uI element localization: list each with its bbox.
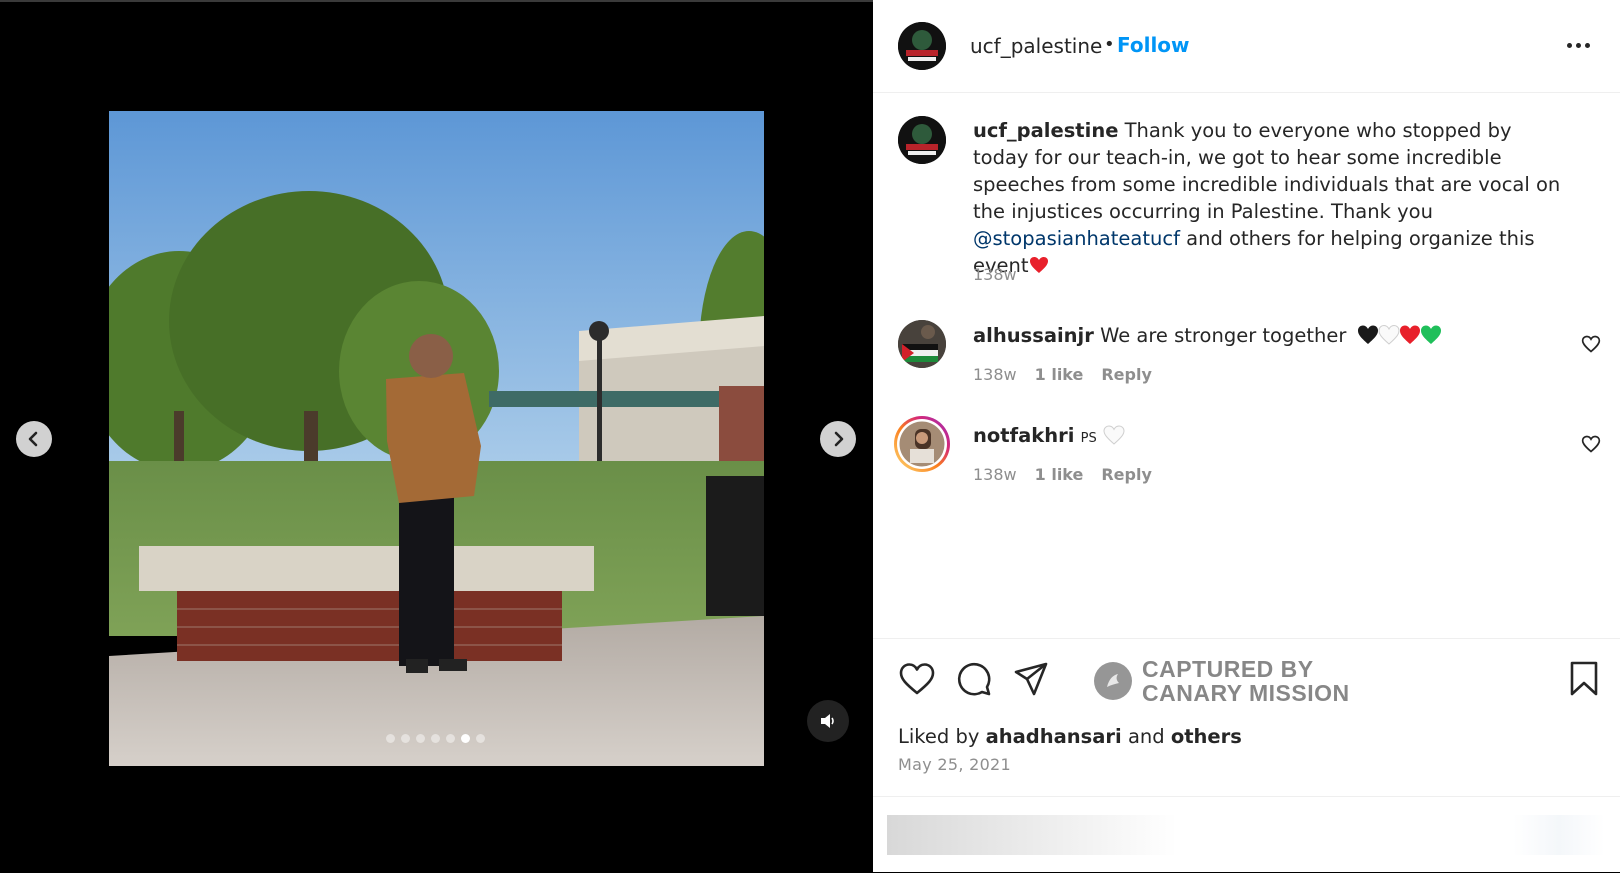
video-frame xyxy=(109,111,764,766)
previous-button[interactable] xyxy=(16,421,52,457)
carousel-dot xyxy=(401,734,410,743)
header-separator: • xyxy=(1104,34,1115,55)
likes-user[interactable]: ahadhansari xyxy=(986,725,1122,748)
comment-username[interactable]: alhussainjr xyxy=(973,324,1094,347)
likes-summary: Liked by ahadhansari and others xyxy=(898,725,1242,748)
follow-button[interactable]: Follow xyxy=(1117,33,1190,57)
red-heart-emoji-icon xyxy=(1029,257,1048,273)
canary-bird-icon xyxy=(1107,674,1119,687)
post-comment-area[interactable] xyxy=(1513,815,1605,855)
post-header: ucf_palestine • Follow xyxy=(873,0,1620,93)
comment-1: alhussainjr We are stronger together xyxy=(973,324,1441,347)
comment-1-meta: 138w 1 like Reply xyxy=(973,365,1152,384)
likes-others[interactable]: others xyxy=(1171,725,1242,748)
comment-bar xyxy=(873,796,1620,873)
audio-toggle-button[interactable] xyxy=(807,700,849,742)
media-viewer xyxy=(0,0,873,872)
like-heart-icon[interactable] xyxy=(898,660,936,698)
top-divider xyxy=(0,0,873,2)
carousel-dot xyxy=(431,734,440,743)
comment-input-area[interactable] xyxy=(887,815,1177,855)
comment-2-meta: 138w 1 like Reply xyxy=(973,465,1152,484)
comment-username[interactable]: notfakhri xyxy=(973,424,1074,447)
commenter-avatar[interactable] xyxy=(898,320,946,368)
more-icon-dot xyxy=(1567,42,1572,48)
canary-mission-watermark: CAPTURED BY CANARY MISSION xyxy=(1094,657,1350,705)
canary-logo-icon xyxy=(1094,662,1132,700)
carousel-dot xyxy=(386,734,395,743)
comment-like-heart-icon[interactable] xyxy=(1581,334,1601,354)
comment-like-heart-icon[interactable] xyxy=(1581,434,1601,454)
white-heart-emoji-icon xyxy=(1103,425,1125,445)
reply-button[interactable]: Reply xyxy=(1101,365,1152,384)
caption-mention[interactable]: @stopasianhateatucf xyxy=(973,227,1180,250)
carousel-dot xyxy=(461,734,470,743)
actions-divider xyxy=(873,638,1620,639)
next-button[interactable] xyxy=(820,421,856,457)
watermark-text: CAPTURED BY CANARY MISSION xyxy=(1142,657,1350,705)
likes-prefix: Liked by xyxy=(898,725,980,748)
chevron-left-icon xyxy=(28,431,38,447)
comment-likes[interactable]: 1 like xyxy=(1035,465,1084,484)
carousel-dot xyxy=(476,734,485,743)
comment-likes[interactable]: 1 like xyxy=(1035,365,1084,384)
heart-emojis-icon xyxy=(1357,324,1441,345)
likes-and: and xyxy=(1127,725,1165,748)
caption-username[interactable]: ucf_palestine xyxy=(973,119,1118,142)
author-avatar[interactable] xyxy=(898,22,946,70)
bookmark-icon[interactable] xyxy=(1565,660,1603,698)
caption-avatar-image xyxy=(898,116,946,164)
post-panel: ucf_palestine • Follow ucf_palestine Tha… xyxy=(873,0,1620,872)
carousel-dot xyxy=(446,734,455,743)
watermark-line1: CAPTURED BY xyxy=(1142,656,1314,682)
commenter-avatar-image xyxy=(894,416,950,472)
more-icon-dot xyxy=(1576,42,1581,48)
post-caption: ucf_palestine Thank you to everyone who … xyxy=(973,117,1573,279)
carousel-indicator xyxy=(386,734,485,743)
comment-icon[interactable] xyxy=(955,660,993,698)
post-date[interactable]: May 25, 2021 xyxy=(898,755,1011,774)
comment-text: We are stronger together xyxy=(1100,324,1347,347)
author-avatar-image xyxy=(898,22,946,70)
comment-text: PS xyxy=(1080,431,1097,446)
post-video[interactable] xyxy=(109,111,764,766)
carousel-dot xyxy=(416,734,425,743)
comment-timestamp[interactable]: 138w xyxy=(973,465,1017,484)
audio-icon xyxy=(821,714,834,728)
caption-timestamp[interactable]: 138w xyxy=(973,265,1017,284)
author-username[interactable]: ucf_palestine xyxy=(970,34,1102,58)
commenter-avatar-image xyxy=(898,320,946,368)
more-icon-dot xyxy=(1585,42,1590,48)
watermark-line2: CANARY MISSION xyxy=(1142,680,1350,706)
commenter-avatar-story-ring[interactable] xyxy=(893,415,951,473)
more-options-button[interactable] xyxy=(1567,35,1597,55)
share-icon[interactable] xyxy=(1012,660,1050,698)
comment-2: notfakhri PS xyxy=(973,424,1125,447)
chevron-right-icon xyxy=(834,431,844,447)
caption-avatar[interactable] xyxy=(898,116,946,164)
reply-button[interactable]: Reply xyxy=(1101,465,1152,484)
comment-timestamp[interactable]: 138w xyxy=(973,365,1017,384)
